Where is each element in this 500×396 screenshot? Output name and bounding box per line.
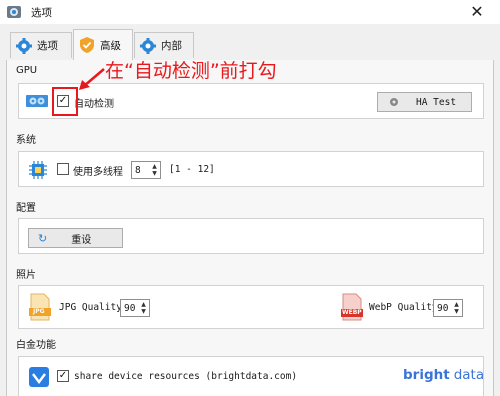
app-icon — [6, 4, 22, 20]
system-group: 使用多线程 8 ▲ ▼ [1 - 12] — [18, 151, 484, 187]
share-resources-checkbox[interactable]: ✓ — [57, 370, 69, 382]
ha-test-label: HA Test — [416, 96, 457, 108]
photos-group: JPG JPG Quality 90 ▲ ▼ WEBP WebP Quality … — [18, 285, 484, 329]
gear-icon — [15, 37, 33, 55]
tab-options[interactable]: 选项 — [10, 32, 72, 58]
annotation-highlight-box — [52, 87, 78, 116]
tab-label: 选项 — [37, 40, 58, 52]
multithread-label: 使用多线程 — [73, 167, 123, 178]
tab-internal[interactable]: 内部 — [134, 32, 194, 58]
close-button[interactable]: ✕ — [468, 2, 486, 22]
tab-advanced[interactable]: 高级 — [73, 29, 133, 60]
section-title-system: 系统 — [16, 135, 36, 146]
webp-quality-spinbox[interactable]: 90 ▲ ▼ — [433, 299, 463, 317]
threads-value: 8 — [135, 165, 141, 176]
gpu-card-icon — [26, 92, 48, 110]
ha-test-button[interactable]: HA Test — [377, 92, 472, 112]
section-title-config: 配置 — [16, 203, 36, 214]
window-title: 选项 — [31, 7, 52, 19]
tab-bar: 选项 高级 内部 — [0, 24, 500, 84]
webp-quality-label: WebP Quality — [369, 302, 438, 313]
webp-quality-value: 90 — [437, 303, 449, 314]
share-resources-label: share device resources (brightdata.com) — [74, 371, 298, 382]
cpu-chip-icon — [29, 161, 47, 179]
platinum-group: ✓ share device resources (brightdata.com… — [18, 356, 484, 396]
gear-icon — [388, 96, 400, 108]
tab-label: 高级 — [100, 39, 121, 52]
gear-icon — [139, 37, 157, 55]
auto-detect-label: 自动检测 — [74, 99, 114, 110]
threads-spinbox[interactable]: 8 ▲ ▼ — [131, 161, 161, 179]
section-title-gpu: GPU — [16, 65, 38, 76]
jpg-quality-value: 90 — [124, 303, 136, 314]
brightdata-brand: bright data — [403, 367, 485, 383]
annotation-text: 在“自动检测”前打勾 — [105, 60, 277, 82]
spin-arrows-icon[interactable]: ▲ ▼ — [452, 301, 461, 315]
spin-arrows-icon[interactable]: ▲ ▼ — [139, 301, 148, 315]
threads-range: [1 - 12] — [169, 164, 215, 175]
jpg-quality-label: JPG Quality — [59, 302, 122, 313]
jpg-quality-spinbox[interactable]: 90 ▲ ▼ — [120, 299, 150, 317]
tab-label: 内部 — [161, 40, 182, 52]
brightdata-logo-icon — [29, 367, 49, 387]
spin-arrows-icon[interactable]: ▲ ▼ — [150, 163, 159, 177]
webp-file-icon: WEBP — [341, 293, 363, 321]
jpg-file-icon: JPG — [29, 293, 51, 321]
annotation-arrow-icon — [76, 66, 106, 92]
config-group: ↻ 重设 — [18, 218, 484, 254]
multithread-checkbox[interactable] — [57, 163, 69, 175]
shield-icon — [78, 36, 96, 54]
refresh-icon: ↻ — [38, 231, 48, 245]
reset-button[interactable]: ↻ 重设 — [28, 228, 123, 248]
close-icon: ✕ — [470, 2, 484, 21]
section-title-platinum: 白金功能 — [16, 340, 56, 351]
section-title-photos: 照片 — [16, 270, 36, 281]
reset-label: 重设 — [71, 234, 92, 246]
title-bar: 选项 ✕ — [0, 0, 500, 24]
